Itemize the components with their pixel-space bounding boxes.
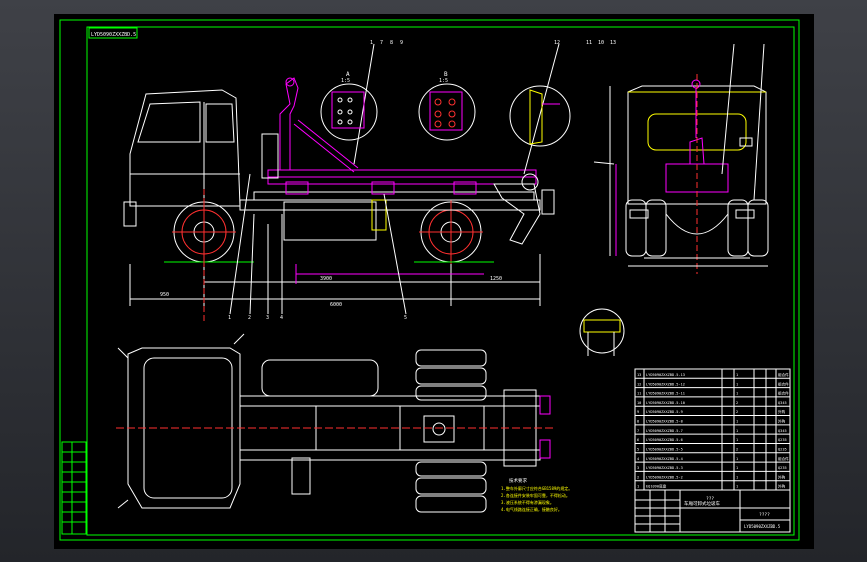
balloon-13: 13 <box>610 40 616 46</box>
detail-circle-1 <box>320 83 378 141</box>
detail-circle-4 <box>579 308 625 356</box>
bom-cell: 4 <box>637 457 639 461</box>
bom-cell: 2 <box>736 401 738 405</box>
title-code: ???? <box>759 512 770 518</box>
dim-front-overhang: 950 <box>160 292 169 298</box>
note-2: 2.各连接件安装牢固可靠，不得松动。 <box>501 492 570 498</box>
bom-cell: LYD5090ZXXZBD.5-4 <box>646 457 683 461</box>
cad-drawing: LYD5090ZXXZBD.5 A 1:5 B 1:5 1 7 8 9 12 1… <box>59 19 800 541</box>
bom-cell: 外购 <box>778 409 786 414</box>
bom-cell: 1 <box>736 475 738 479</box>
bom-cell: Q345 <box>778 429 787 433</box>
bom-cell: LYD5090ZXXZBD.5-6 <box>646 438 683 442</box>
bom-cell: 2 <box>736 447 738 451</box>
bom-cell: 1 <box>736 382 738 386</box>
bom-cell: 3 <box>637 466 639 470</box>
bom-cell: 1 <box>736 420 738 424</box>
plan-view <box>116 333 556 513</box>
note-4: 4.电气线路连接正确，接触良好。 <box>501 506 562 512</box>
bom-cell: 外购 <box>778 474 786 479</box>
revision-strip <box>61 441 87 535</box>
note-1: 1.整车外廓尺寸应符合GB1589的规定。 <box>501 485 572 491</box>
view-label-1: 1 <box>228 315 231 321</box>
view-label-4: 4 <box>280 315 283 321</box>
title-marks: ??? <box>706 496 714 502</box>
detail-circle-2 <box>418 83 476 141</box>
bom-cell: 1 <box>736 457 738 461</box>
bom-cell: 1 <box>736 392 738 396</box>
note-3: 3.液压系统不得有渗漏现象。 <box>501 499 554 505</box>
bom-cell: Q235 <box>778 466 787 470</box>
bom-cell: 13 <box>637 373 641 377</box>
bom-cell: LYD5090ZXXZBD.5-12 <box>646 382 685 386</box>
bom-cell: 2 <box>637 475 639 479</box>
bom-cell: LYD5090ZXXZBD.5-7 <box>646 429 683 433</box>
bom-cell: LYD5090ZXXZBD.5-9 <box>646 410 683 414</box>
bom-cell: 2 <box>736 410 738 414</box>
balloon-12: 12 <box>554 40 560 46</box>
view-label-3: 3 <box>266 315 269 321</box>
rear-view <box>593 43 769 274</box>
bom-cell: Q235 <box>778 438 787 442</box>
title-drawing-no: LYD5090ZXXZBD.5 <box>744 524 781 529</box>
bom-cell: LYD5090ZXXZBD.5-5 <box>646 447 683 451</box>
bom-cell: EQ1090底盘 <box>646 484 667 489</box>
bom-cell: 1 <box>736 466 738 470</box>
detail-b-label: B <box>444 71 448 78</box>
bom-cell: 7 <box>637 429 639 433</box>
bom-cell: LYD5090ZXXZBD.5-8 <box>646 420 683 424</box>
detail-a-scale: 1:5 <box>341 78 350 84</box>
bom-cell: 11 <box>637 392 641 396</box>
balloon-8: 8 <box>390 40 393 46</box>
bom-cell: 9 <box>637 410 639 414</box>
bom-cell: 8 <box>637 420 639 424</box>
bom-cell: 12 <box>637 382 641 386</box>
bom-cell: LYD5090ZXXZBD.5-13 <box>646 373 685 377</box>
bom-cell: 组合件 <box>778 372 789 377</box>
bom-cell: Q235 <box>778 447 787 451</box>
view-label-2: 2 <box>248 315 251 321</box>
dim-wheelbase: 3900 <box>320 276 332 282</box>
bom-cell: 外购 <box>778 419 786 424</box>
balloon-10: 10 <box>598 40 604 46</box>
bom-cell: 5 <box>637 447 639 451</box>
dim-overall-length: 6000 <box>330 302 342 308</box>
balloon-11: 11 <box>586 40 592 46</box>
bom-cell: LYD5090ZXXZBD.5-10 <box>646 401 685 405</box>
bom-cell: 6 <box>637 438 639 442</box>
side-view <box>123 43 560 324</box>
balloon-7: 7 <box>380 40 383 46</box>
bom-cell: LYD5090ZXXZBD.5-3 <box>646 466 683 470</box>
detail-b-scale: 1:5 <box>439 78 448 84</box>
bom-cell: Q345 <box>778 401 787 405</box>
bom-cell: 组合件 <box>778 381 789 386</box>
bom-cell: 外购 <box>778 484 786 489</box>
detail-a-label: A <box>346 71 350 78</box>
notes-title: 技术要求 <box>509 477 527 484</box>
drawing-sheet: LYD5090ZXXZBD.5 A 1:5 B 1:5 1 7 8 9 12 1… <box>54 14 814 549</box>
bom-cell: 组合件 <box>778 391 789 396</box>
bom-cell: 1 <box>736 429 738 433</box>
balloon-1: 1 <box>370 40 373 46</box>
view-label-5: 5 <box>404 315 407 321</box>
bom-cell: LYD5090ZXXZBD.5-2 <box>646 475 683 479</box>
dim-rear-overhang: 1250 <box>490 276 502 282</box>
bom-cell: 1 <box>637 485 639 489</box>
bom-cell: 1 <box>736 438 738 442</box>
bom-cell: 1 <box>736 485 738 489</box>
balloon-9: 9 <box>400 40 403 46</box>
title-name: 车厢可卸式垃圾车 <box>684 500 720 507</box>
bom-cell: LYD5090ZXXZBD.5-11 <box>646 392 685 396</box>
bom-cell: 1 <box>736 373 738 377</box>
bom-cell: 组合件 <box>778 456 789 461</box>
bom-cell: 10 <box>637 401 641 405</box>
code-box-text: LYD5090ZXXZBD.5 <box>91 32 136 38</box>
